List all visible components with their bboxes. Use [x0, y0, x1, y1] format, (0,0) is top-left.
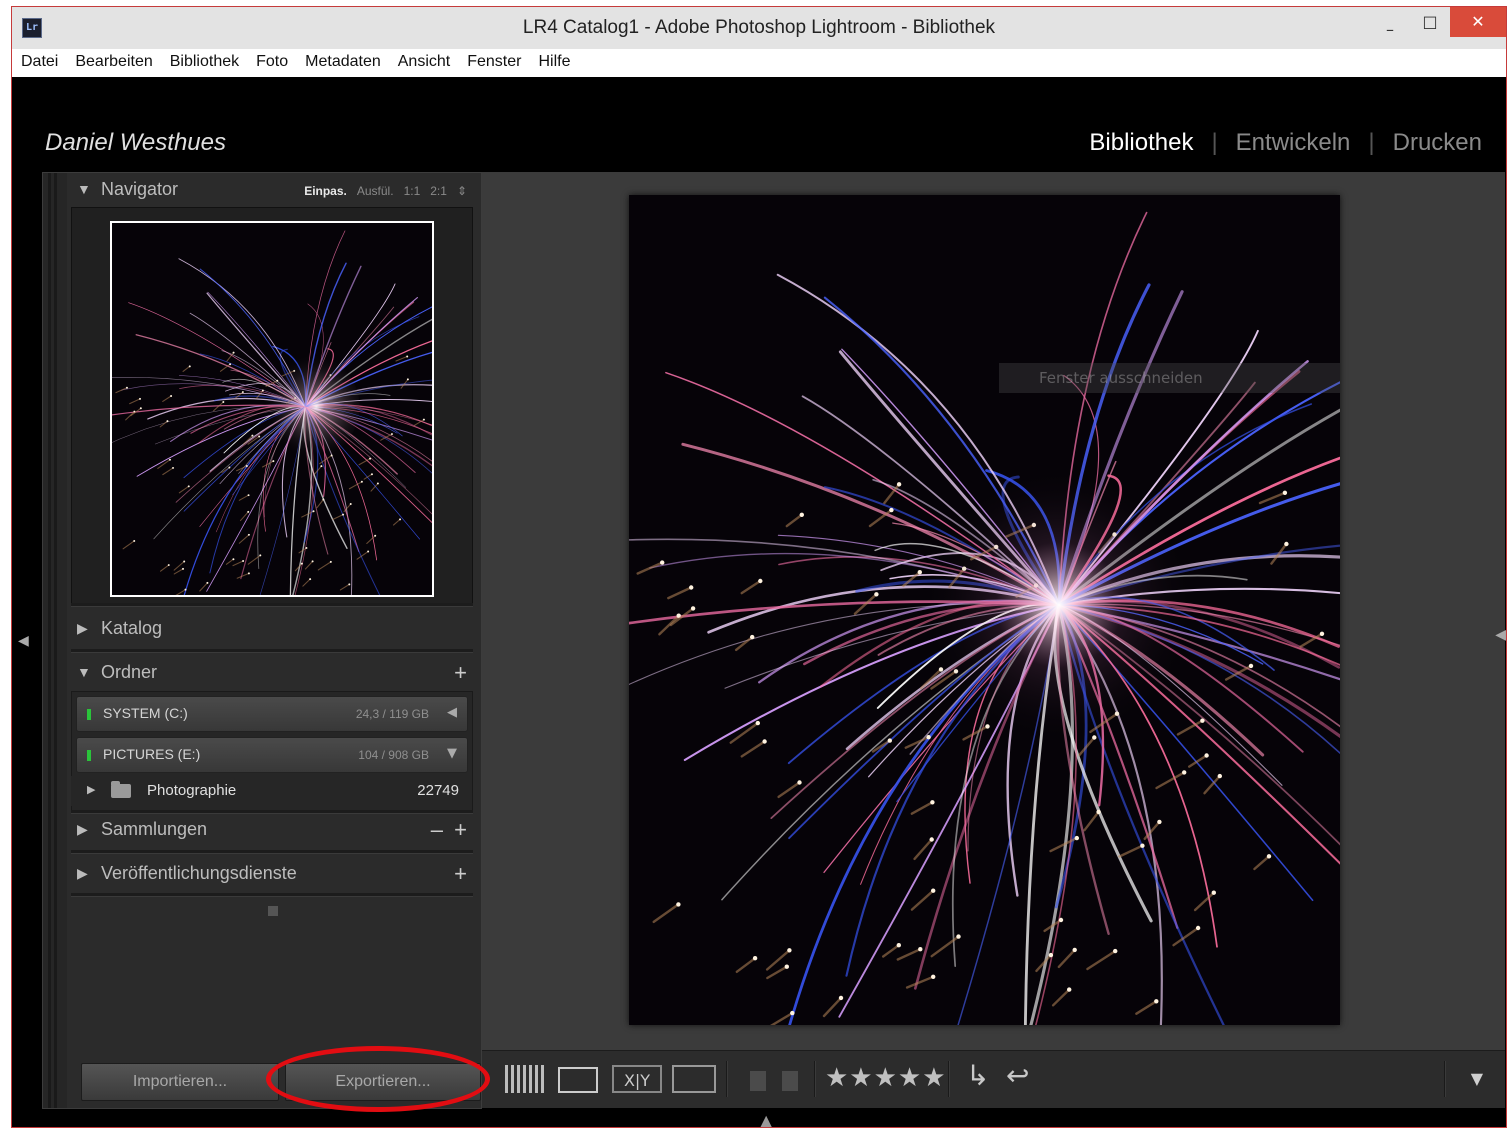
- identity-plate: Daniel Westhues: [45, 129, 226, 156]
- menu-bibliothek[interactable]: Bibliothek: [161, 49, 247, 71]
- katalog-header[interactable]: ▶ Katalog: [71, 612, 473, 650]
- menu-ansicht[interactable]: Ansicht: [389, 49, 458, 71]
- panel-divider: [71, 850, 473, 854]
- toolbar-separator: [814, 1061, 816, 1097]
- navigator-zoom-options: Einpas. Ausfül. 1:1 2:1 ⇕: [294, 184, 467, 198]
- flag-pick-icon[interactable]: [750, 1071, 766, 1091]
- folder-photo-count: 22749: [417, 782, 459, 799]
- flag-reject-icon[interactable]: [782, 1071, 798, 1091]
- title-bar[interactable]: Lr LR4 Catalog1 - Adobe Photoshop Lightr…: [12, 7, 1506, 49]
- module-bibliothek[interactable]: Bibliothek: [1089, 129, 1193, 157]
- toolbar-options-dropdown-icon[interactable]: ▼: [1471, 1069, 1483, 1088]
- loupe-view-icon[interactable]: [558, 1067, 598, 1093]
- panel-divider: [71, 649, 473, 653]
- zoom-fill[interactable]: Ausfül.: [357, 184, 394, 198]
- toolbar-separator: [948, 1061, 950, 1097]
- firework-thumbnail-image: [112, 223, 432, 595]
- left-panel-toggle-strip[interactable]: ◀: [12, 173, 30, 1127]
- module-entwickeln[interactable]: Entwickeln: [1236, 129, 1351, 157]
- toolbar-separator: [726, 1061, 728, 1097]
- zoom-fit[interactable]: Einpas.: [304, 184, 347, 198]
- volume-name: SYSTEM (C:): [103, 705, 188, 721]
- collapse-triangle-icon[interactable]: ▼: [77, 181, 91, 197]
- compare-view-icon[interactable]: X|Y: [612, 1065, 662, 1093]
- collapse-arrow-icon[interactable]: ◀: [447, 705, 457, 720]
- menu-datei[interactable]: Datei: [12, 49, 66, 71]
- katalog-label: Katalog: [101, 618, 163, 638]
- firework-photo-image: [629, 195, 1340, 1025]
- star-rating[interactable]: ★★★★★: [825, 1063, 947, 1093]
- add-collection-button[interactable]: +: [454, 817, 467, 843]
- menu-foto[interactable]: Foto: [247, 49, 296, 71]
- panel-divider: [71, 603, 473, 607]
- collapse-triangle-icon[interactable]: ▼: [77, 664, 91, 680]
- expand-arrow-icon[interactable]: ▼: [447, 746, 457, 761]
- left-panel-arrow-icon[interactable]: ◀: [18, 633, 29, 649]
- rotate-right-icon[interactable]: ↩: [1006, 1059, 1029, 1092]
- folder-expand-triangle-icon[interactable]: ▶: [87, 783, 95, 796]
- overlay-hint: Fenster ausschneiden: [999, 363, 1340, 393]
- highlight-circle: [266, 1046, 490, 1112]
- volume-status-led: [87, 750, 91, 761]
- import-button[interactable]: Importieren...: [81, 1063, 279, 1101]
- lightroom-window: Lr LR4 Catalog1 - Adobe Photoshop Lightr…: [11, 6, 1507, 1128]
- sammlungen-header[interactable]: ▶ Sammlungen – +: [71, 813, 473, 851]
- add-folder-button[interactable]: +: [454, 660, 467, 686]
- volume-name: PICTURES (E:): [103, 746, 201, 762]
- survey-view-icon[interactable]: [672, 1065, 716, 1093]
- volume-pictures-e[interactable]: PICTURES (E:) 104 / 908 GB ▼: [76, 737, 468, 773]
- left-panel: ▼ Navigator Einpas. Ausfül. 1:1 2:1 ⇕ ▶ …: [42, 172, 482, 1109]
- module-picker: Bibliothek | Entwickeln | Drucken: [1089, 129, 1482, 157]
- left-panel-scrollbar[interactable]: [43, 173, 67, 1108]
- filmstrip-toggle-icon[interactable]: ▲: [760, 1111, 772, 1127]
- navigator-thumbnail[interactable]: [110, 221, 434, 597]
- publish-services-label: Veröffentlichungsdienste: [101, 863, 297, 883]
- grid-view-icon[interactable]: [505, 1065, 545, 1093]
- module-drucken[interactable]: Drucken: [1393, 129, 1482, 157]
- volume-status-led: [87, 709, 91, 720]
- panel-end-mark: [268, 906, 278, 916]
- ordner-label: Ordner: [101, 662, 158, 682]
- menu-hilfe[interactable]: Hilfe: [529, 49, 578, 71]
- zoom-1-1[interactable]: 1:1: [404, 184, 421, 198]
- volume-size: 24,3 / 119 GB: [355, 707, 429, 721]
- left-panel-body: ▼ Navigator Einpas. Ausfül. 1:1 2:1 ⇕ ▶ …: [71, 173, 473, 1108]
- zoom-2-1[interactable]: 2:1: [430, 184, 447, 198]
- zoom-dropdown-icon[interactable]: ⇕: [457, 184, 467, 198]
- main-photo[interactable]: Fenster ausschneiden: [629, 195, 1340, 1025]
- remove-collection-button[interactable]: –: [431, 817, 443, 843]
- ordner-header[interactable]: ▼ Ordner +: [71, 656, 473, 694]
- rotate-left-icon[interactable]: ↳: [966, 1059, 989, 1092]
- folder-photographie[interactable]: ▶ Photographie 22749: [71, 776, 471, 806]
- menu-bar: Datei Bearbeiten Bibliothek Foto Metadaten An…: [12, 49, 1506, 77]
- navigator-preview[interactable]: [71, 207, 473, 604]
- minimize-button[interactable]: –: [1370, 15, 1410, 45]
- navigator-header[interactable]: ▼ Navigator Einpas. Ausfül. 1:1 2:1 ⇕: [71, 173, 473, 211]
- folder-icon: [111, 781, 131, 798]
- panel-divider: [71, 893, 473, 897]
- folder-name: Photographie: [147, 782, 237, 799]
- close-button[interactable]: ✕: [1450, 7, 1506, 37]
- maximize-button[interactable]: □: [1410, 7, 1450, 37]
- toolbar-separator: [1444, 1061, 1446, 1097]
- menu-fenster[interactable]: Fenster: [458, 49, 529, 71]
- expand-triangle-icon[interactable]: ▶: [77, 620, 88, 637]
- publish-services-header[interactable]: ▶ Veröffentlichungsdienste +: [71, 857, 473, 895]
- module-separator: |: [1211, 129, 1218, 156]
- volume-system-c[interactable]: SYSTEM (C:) 24,3 / 119 GB ◀: [76, 696, 468, 732]
- expand-triangle-icon[interactable]: ▶: [77, 865, 88, 882]
- add-publish-service-button[interactable]: +: [454, 861, 467, 887]
- module-separator: |: [1368, 129, 1375, 156]
- module-top-bar: Daniel Westhues Bibliothek | Entwickeln | Dr…: [22, 77, 1506, 177]
- menu-bearbeiten[interactable]: Bearbeiten: [66, 49, 160, 71]
- right-panel-arrow-icon[interactable]: ◀: [1495, 627, 1506, 643]
- sammlungen-label: Sammlungen: [101, 819, 208, 839]
- window-title: LR4 Catalog1 - Adobe Photoshop Lightroom…: [522, 17, 996, 38]
- navigator-label: Navigator: [101, 179, 179, 199]
- volume-size: 104 / 908 GB: [358, 748, 429, 762]
- loupe-view[interactable]: Fenster ausschneiden: [482, 172, 1505, 1050]
- bottom-toolbar: X|Y ★★★★★ ↳ ↩ ▼: [482, 1050, 1505, 1108]
- menu-metadaten[interactable]: Metadaten: [296, 49, 389, 71]
- expand-triangle-icon[interactable]: ▶: [77, 821, 88, 838]
